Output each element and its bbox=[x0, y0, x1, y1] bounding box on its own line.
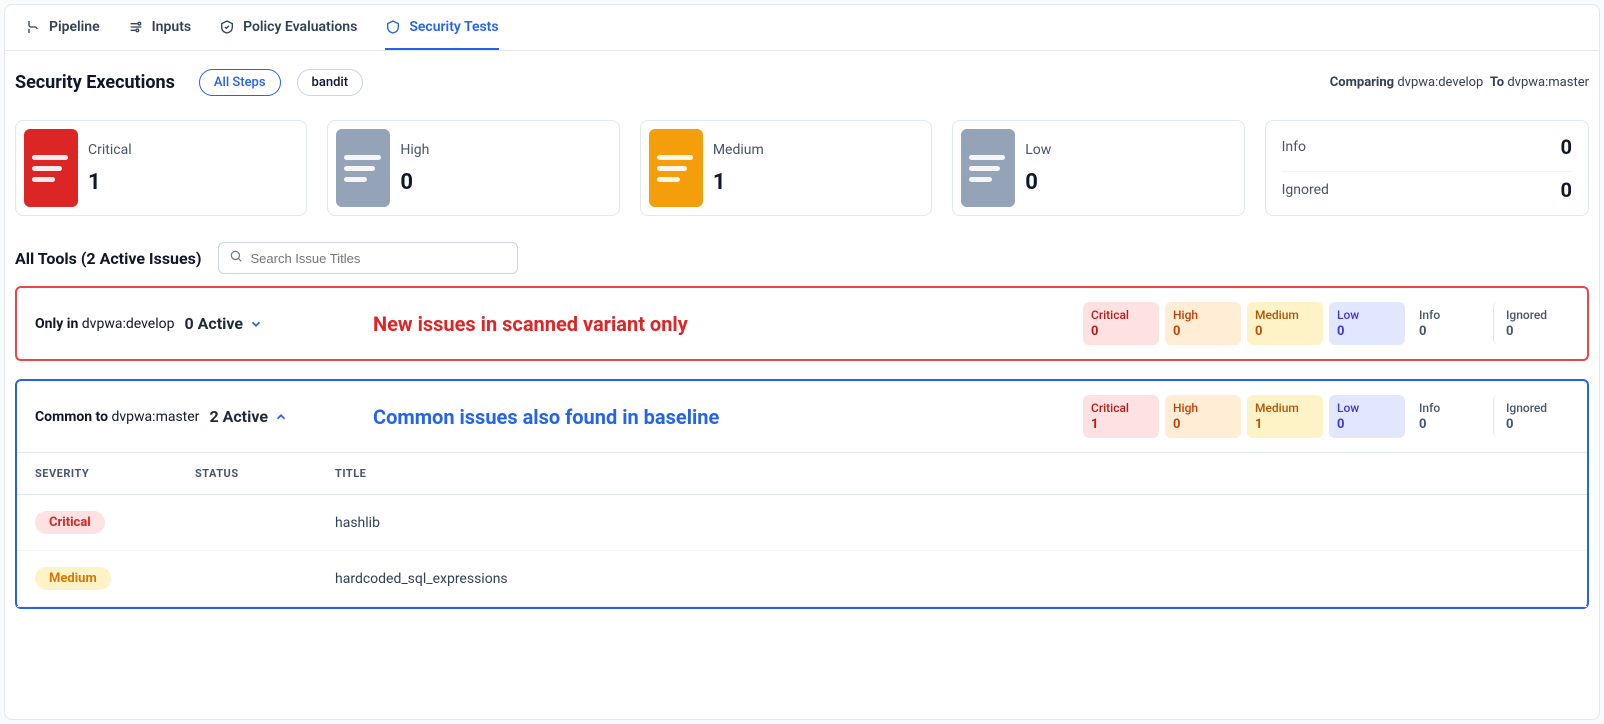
pipeline-icon bbox=[25, 19, 41, 35]
severity-badge: Critical bbox=[35, 511, 105, 534]
tab-inputs[interactable]: Inputs bbox=[128, 5, 191, 50]
card-label: Critical bbox=[88, 142, 132, 158]
filter-all-steps[interactable]: All Steps bbox=[199, 69, 281, 96]
group-only-label: Only in dvpwa:develop bbox=[35, 316, 174, 332]
tabs-bar: Pipeline Inputs Policy Evaluations Secur… bbox=[5, 5, 1599, 51]
severity-badge: Medium bbox=[35, 567, 111, 590]
tab-label: Inputs bbox=[152, 19, 191, 35]
tab-label: Security Tests bbox=[409, 19, 498, 35]
compare-from: dvpwa:develop bbox=[1397, 75, 1483, 90]
card-value: 1 bbox=[88, 170, 132, 195]
group-only-count: 0 Active bbox=[184, 314, 243, 333]
tools-title: All Tools (2 Active Issues) bbox=[15, 249, 202, 268]
tile-ignored: Ignored0 bbox=[1493, 302, 1569, 345]
compare-label: Comparing bbox=[1330, 75, 1394, 90]
card-label: High bbox=[400, 142, 429, 158]
summary-cards: Critical 1 High 0 Medium 1 bbox=[5, 108, 1599, 234]
info-value: 0 bbox=[1561, 135, 1572, 159]
security-icon bbox=[385, 19, 401, 35]
cell-title: hashlib bbox=[317, 495, 1587, 551]
compare-text: Comparing dvpwa:develop To dvpwa:master bbox=[1330, 75, 1589, 90]
cell-status bbox=[177, 495, 317, 551]
tile-info: Info0 bbox=[1411, 395, 1487, 438]
col-severity[interactable]: SEVERITY bbox=[17, 453, 177, 495]
tab-security-tests[interactable]: Security Tests bbox=[385, 5, 498, 50]
group-common-prefix: Common to bbox=[35, 409, 108, 425]
inputs-icon bbox=[128, 19, 144, 35]
tile-medium: Medium1 bbox=[1247, 395, 1323, 438]
col-status[interactable]: STATUS bbox=[177, 453, 317, 495]
card-label: Medium bbox=[713, 142, 764, 158]
severity-swatch-medium bbox=[649, 129, 703, 207]
tile-medium: Medium0 bbox=[1247, 302, 1323, 345]
chevron-down-icon bbox=[249, 317, 263, 331]
info-label: Info bbox=[1282, 139, 1306, 155]
ignored-value: 0 bbox=[1561, 178, 1572, 202]
card-value: 1 bbox=[713, 170, 764, 195]
group-common-count: 2 Active bbox=[209, 407, 268, 426]
group-only-prefix: Only in bbox=[35, 316, 78, 332]
policy-icon bbox=[219, 19, 235, 35]
header-row: Security Executions All Steps bandit Com… bbox=[5, 51, 1599, 108]
tile-high: High0 bbox=[1165, 302, 1241, 345]
card-critical[interactable]: Critical 1 bbox=[15, 120, 307, 216]
group-common-toggle[interactable]: 2 Active bbox=[209, 407, 288, 426]
card-label: Low bbox=[1025, 142, 1051, 158]
ignored-label: Ignored bbox=[1282, 182, 1329, 198]
tile-ignored: Ignored0 bbox=[1493, 395, 1569, 438]
group-common-tiles: Critical1 High0 Medium1 Low0 Info0 Ignor… bbox=[1083, 395, 1569, 438]
tab-pipeline[interactable]: Pipeline bbox=[25, 5, 100, 50]
severity-swatch-high bbox=[336, 129, 390, 207]
tile-info: Info0 bbox=[1411, 302, 1487, 345]
tile-high: High0 bbox=[1165, 395, 1241, 438]
tile-low: Low0 bbox=[1329, 302, 1405, 345]
card-value: 0 bbox=[400, 170, 429, 195]
search-box[interactable] bbox=[218, 242, 518, 274]
tile-critical: Critical1 bbox=[1083, 395, 1159, 438]
col-title[interactable]: TITLE bbox=[317, 453, 1587, 495]
tile-critical: Critical0 bbox=[1083, 302, 1159, 345]
filter-bandit[interactable]: bandit bbox=[297, 69, 364, 96]
tools-row: All Tools (2 Active Issues) bbox=[5, 234, 1599, 286]
group-only-tiles: Critical0 High0 Medium0 Low0 Info0 Ignor… bbox=[1083, 302, 1569, 345]
group-common-message: Common issues also found in baseline bbox=[373, 405, 719, 429]
table-row[interactable]: Medium hardcoded_sql_expressions bbox=[17, 551, 1587, 607]
compare-to-label: To bbox=[1490, 75, 1504, 90]
compare-to: dvpwa:master bbox=[1507, 75, 1589, 90]
group-common-target: dvpwa:master bbox=[112, 409, 200, 425]
group-only-message: New issues in scanned variant only bbox=[373, 312, 688, 336]
severity-swatch-critical bbox=[24, 129, 78, 207]
cell-status bbox=[177, 551, 317, 607]
card-info-ignored[interactable]: Info 0 Ignored 0 bbox=[1265, 120, 1589, 216]
group-only-target: dvpwa:develop bbox=[82, 316, 175, 332]
issues-table: SEVERITY STATUS TITLE CriticalhashlibMed… bbox=[17, 452, 1587, 607]
card-high[interactable]: High 0 bbox=[327, 120, 619, 216]
group-common-to: Common to dvpwa:master 2 Active Common i… bbox=[15, 379, 1589, 609]
search-input[interactable] bbox=[251, 251, 507, 266]
severity-swatch-low bbox=[961, 129, 1015, 207]
cell-title: hardcoded_sql_expressions bbox=[317, 551, 1587, 607]
table-row[interactable]: Critical hashlib bbox=[17, 495, 1587, 551]
chevron-up-icon bbox=[274, 410, 288, 424]
group-only-in: Only in dvpwa:develop 0 Active New issue… bbox=[15, 286, 1589, 361]
card-low[interactable]: Low 0 bbox=[952, 120, 1244, 216]
tab-label: Pipeline bbox=[49, 19, 100, 35]
tab-label: Policy Evaluations bbox=[243, 19, 357, 35]
page-title: Security Executions bbox=[15, 72, 175, 93]
group-common-label: Common to dvpwa:master bbox=[35, 409, 199, 425]
tile-low: Low0 bbox=[1329, 395, 1405, 438]
search-icon bbox=[229, 249, 243, 267]
group-only-toggle[interactable]: 0 Active bbox=[184, 314, 263, 333]
card-value: 0 bbox=[1025, 170, 1051, 195]
tab-policy-evaluations[interactable]: Policy Evaluations bbox=[219, 5, 357, 50]
card-medium[interactable]: Medium 1 bbox=[640, 120, 932, 216]
